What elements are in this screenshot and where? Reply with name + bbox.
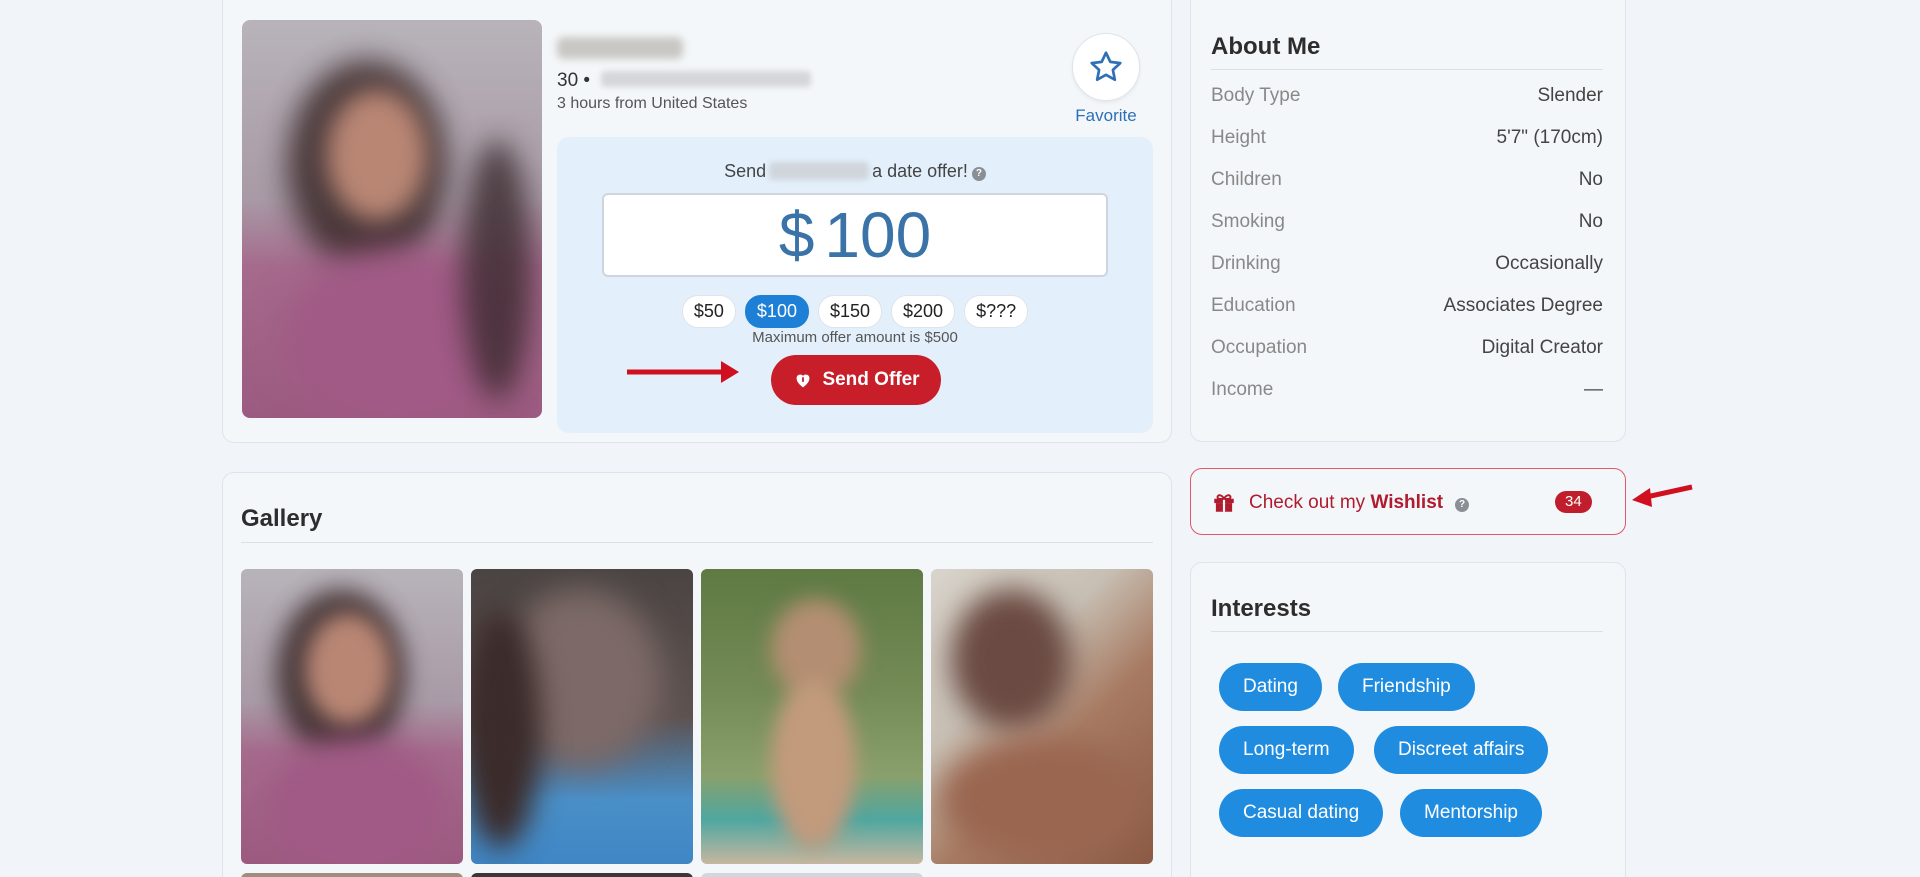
about-me-title: About Me <box>1211 33 1321 60</box>
profile-name-redacted <box>557 37 683 59</box>
profile-age: 30 • <box>557 70 591 91</box>
interest-tag-long-term[interactable]: Long-term <box>1219 726 1354 774</box>
amount-chip-100[interactable]: $100 <box>744 295 809 328</box>
interests-title: Interests <box>1211 595 1312 622</box>
gift-icon <box>1214 494 1234 512</box>
gallery-photo[interactable] <box>701 569 923 864</box>
about-row-smoking: Smoking No <box>1211 211 1603 232</box>
wishlist-count-badge: 34 <box>1555 491 1592 513</box>
offer-name-redacted <box>769 162 870 180</box>
divider <box>241 542 1153 543</box>
divider <box>1211 631 1603 632</box>
amount-chip-200[interactable]: $200 <box>891 295 956 328</box>
interests-card: Interests Dating Friendship Long-term Di… <box>1190 562 1626 877</box>
offer-amount-value: 100 <box>824 199 932 271</box>
gallery-photo[interactable] <box>931 569 1153 864</box>
help-icon[interactable]: ? <box>1455 498 1470 512</box>
divider <box>1211 69 1603 70</box>
about-me-card: About Me Body Type Slender Height 5'7" (17… <box>1190 0 1626 442</box>
offer-title: Send a date offer!? <box>557 161 1153 182</box>
profile-photo[interactable] <box>242 20 542 418</box>
profile-location-redacted <box>601 71 811 87</box>
amount-chips: $50 $100 $150 $200 $??? <box>557 295 1153 328</box>
interest-tag-friendship[interactable]: Friendship <box>1338 663 1475 711</box>
currency-symbol: $ <box>778 199 815 271</box>
send-offer-button[interactable]: Send Offer <box>771 355 941 405</box>
annotation-arrow-right <box>627 361 739 383</box>
gallery-title: Gallery <box>241 505 323 532</box>
amount-chip-custom[interactable]: $??? <box>964 295 1029 328</box>
max-offer-note: Maximum offer amount is $500 <box>752 329 958 346</box>
gallery-photo[interactable] <box>241 569 463 864</box>
interest-tag-discreet-affairs[interactable]: Discreet affairs <box>1374 726 1549 774</box>
about-row-drinking: Drinking Occasionally <box>1211 253 1603 274</box>
about-row-height: Height 5'7" (170cm) <box>1211 127 1603 148</box>
about-row-income: Income — <box>1211 379 1603 400</box>
amount-chip-150[interactable]: $150 <box>817 295 883 328</box>
about-row-occupation: Occupation Digital Creator <box>1211 337 1603 358</box>
about-row-education: Education Associates Degree <box>1211 295 1603 316</box>
offer-amount-input[interactable]: $ 100 <box>602 193 1108 277</box>
gallery-card: Gallery <box>222 472 1172 877</box>
profile-distance: 3 hours from United States <box>557 95 748 112</box>
star-icon <box>1090 51 1122 82</box>
wishlist-button[interactable]: Check out my Wishlist? 34 <box>1190 468 1626 535</box>
wishlist-label: Check out my Wishlist? <box>1249 492 1470 514</box>
interest-tag-mentorship[interactable]: Mentorship <box>1400 789 1542 837</box>
interest-tag-dating[interactable]: Dating <box>1219 663 1322 711</box>
about-row-body-type: Body Type Slender <box>1211 85 1603 106</box>
send-offer-label: Send Offer <box>822 369 920 390</box>
date-offer-panel: Send a date offer!? $ 100 $50 $100 $150 $… <box>557 137 1153 433</box>
interest-tag-casual-dating[interactable]: Casual dating <box>1219 789 1384 837</box>
favorite-label[interactable]: Favorite <box>1049 106 1163 126</box>
gallery-photo[interactable] <box>471 569 693 864</box>
help-icon[interactable]: ? <box>971 167 986 181</box>
heart-icon <box>797 374 810 388</box>
amount-chip-50[interactable]: $50 <box>681 295 736 328</box>
annotation-arrow-left <box>1632 484 1693 507</box>
favorite-button[interactable] <box>1072 33 1140 101</box>
about-row-children: Children No <box>1211 169 1603 190</box>
profile-card: 30 • 3 hours from United States Favorite… <box>222 0 1172 443</box>
